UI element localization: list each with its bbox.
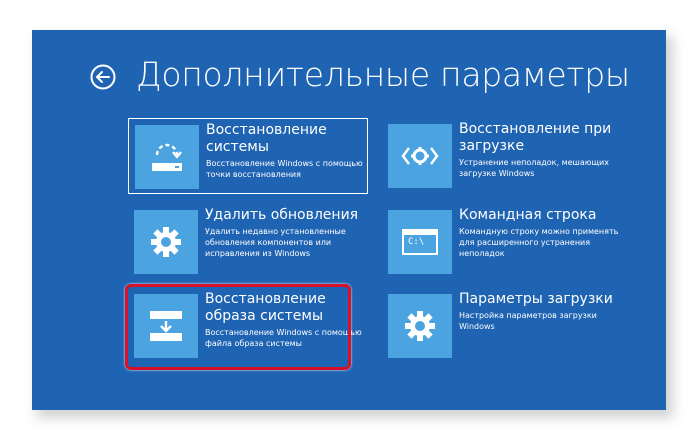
back-arrow-circle-icon[interactable] (90, 64, 116, 90)
gear-icon (388, 294, 452, 358)
command-prompt-icon: C:\ (388, 210, 452, 274)
tile-description: Удалить недавно установленные обновления… (205, 227, 346, 258)
tile-startup-settings[interactable]: Параметры загрузки Настройка параметров … (382, 288, 622, 364)
startup-repair-icon (388, 124, 452, 188)
tile-startup-repair[interactable]: Восстановление при загрузке Устранение н… (382, 118, 622, 194)
tile-title: Параметры загрузки (459, 291, 613, 307)
tile-uninstall-updates[interactable]: Удалить обновления Удалить недавно устан… (128, 204, 368, 280)
page-title: Дополнительные параметры (136, 55, 630, 94)
tile-description: Настройка параметров загрузки Windows (459, 311, 597, 331)
tile-description: Устранение неполадок, мешающих загрузке … (459, 158, 609, 178)
console-window: C:\ (402, 229, 438, 255)
tile-title: Восстановление системы (206, 122, 327, 155)
tile-title: Удалить обновления (205, 207, 359, 223)
system-restore-icon (135, 125, 199, 189)
tile-title: Восстановление при загрузке (459, 121, 612, 154)
console-text: C:\ (408, 237, 425, 247)
gear-icon (134, 210, 198, 274)
tile-command-prompt[interactable]: C:\ Командная строка Командную строку мо… (382, 204, 622, 280)
tile-description: Восстановление Windows с помощью точки в… (206, 159, 363, 179)
tile-title: Командная строка (459, 207, 597, 223)
tile-system-restore[interactable]: Восстановление системы Восстановление Wi… (128, 118, 368, 194)
tile-description: Командную строку можно применять для рас… (459, 227, 619, 258)
red-highlight-frame (125, 284, 351, 370)
